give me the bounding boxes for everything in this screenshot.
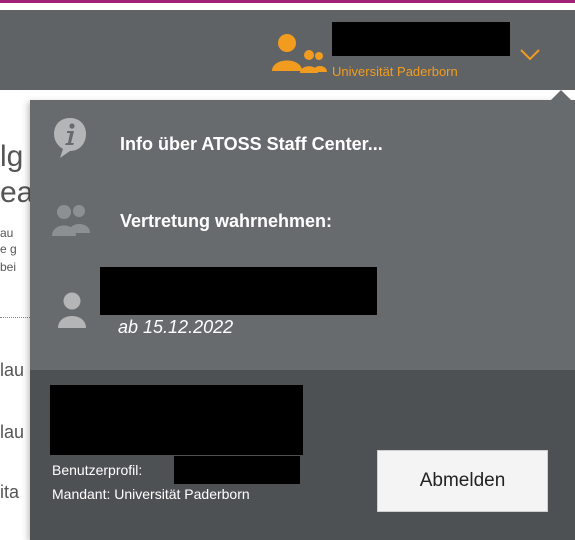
background-text-fragment: ita bbox=[0, 482, 20, 502]
info-icon bbox=[52, 116, 88, 165]
background-text-fragment: au bbox=[0, 226, 14, 240]
menu-item-info[interactable]: Info über ATOSS Staff Center... bbox=[30, 110, 575, 170]
deputy-entry[interactable]: ab 15.12.2022 bbox=[30, 260, 575, 355]
user-name-redacted bbox=[332, 22, 510, 56]
top-border bbox=[0, 0, 575, 10]
chevron-down-icon[interactable] bbox=[519, 48, 541, 67]
users-icon bbox=[270, 33, 330, 78]
profile-label: Benutzerprofil: bbox=[52, 462, 143, 478]
user-menu-trigger[interactable]: Universität Paderborn bbox=[270, 18, 520, 82]
user-dropdown-menu: Info über ATOSS Staff Center... Vertretu… bbox=[30, 90, 575, 540]
background-text-fragment: lg bbox=[0, 140, 24, 173]
background-text-fragment: ea bbox=[0, 176, 34, 209]
background-text-fragment: bei bbox=[0, 260, 17, 274]
user-icon bbox=[58, 292, 86, 333]
deputy-name-redacted bbox=[100, 267, 377, 315]
menu-item-representation[interactable]: Vertretung wahrnehmen: bbox=[30, 195, 575, 255]
background-text-fragment: e g bbox=[0, 242, 17, 256]
info-link-label: Info über ATOSS Staff Center... bbox=[120, 134, 383, 154]
mandant-label: Mandant: Universität Paderborn bbox=[52, 486, 250, 502]
representation-label: Vertretung wahrnehmen: bbox=[120, 211, 333, 231]
users-icon bbox=[52, 203, 92, 242]
deputy-since-date: ab 15.12.2022 bbox=[118, 317, 234, 337]
background-text-fragment: lau bbox=[0, 422, 25, 442]
background-text-fragment: lau bbox=[0, 360, 25, 380]
organization-label: Universität Paderborn bbox=[332, 64, 458, 79]
logout-button[interactable]: Abmelden bbox=[377, 450, 548, 512]
dropdown-caret bbox=[550, 90, 572, 101]
user-details-redacted bbox=[50, 385, 303, 455]
dropdown-footer: Benutzerprofil: Mandant: Universität Pad… bbox=[30, 370, 575, 540]
profile-value-redacted bbox=[174, 456, 300, 484]
app-header: Universität Paderborn bbox=[0, 10, 575, 90]
accent-line bbox=[0, 0, 575, 3]
